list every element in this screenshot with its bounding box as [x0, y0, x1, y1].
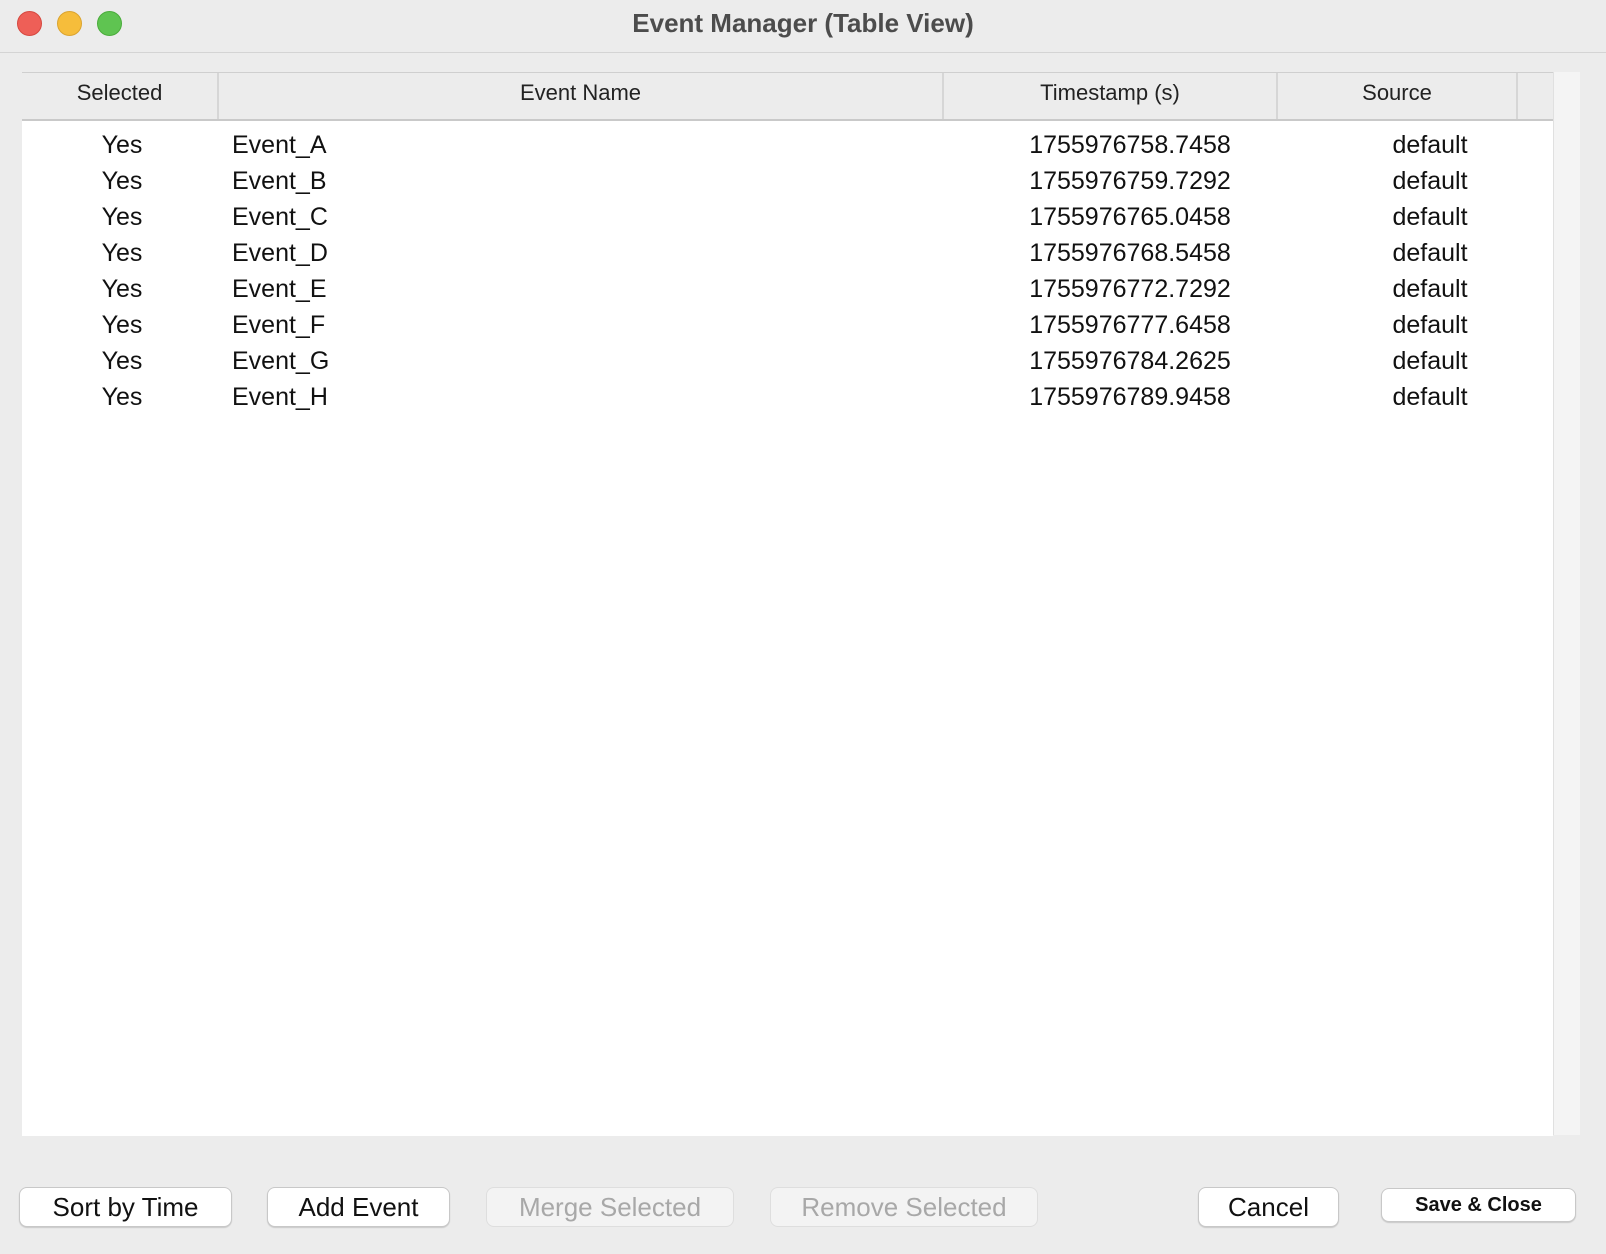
add-event-button[interactable]: Add Event: [267, 1187, 450, 1227]
cell-selected: Yes: [101, 275, 143, 303]
cell-selected: Yes: [101, 239, 143, 267]
cell-event-name: Event_C: [232, 203, 328, 231]
cell-selected: Yes: [101, 203, 143, 231]
cell-event-name: Event_A: [232, 131, 327, 159]
table-row[interactable]: Yes Event_D 1755976768.5458 default: [22, 235, 1553, 271]
cell-timestamp: 1755976777.6458: [1029, 311, 1231, 339]
cell-source: default: [1392, 239, 1468, 267]
cell-timestamp: 1755976784.2625: [1029, 347, 1231, 375]
cell-source: default: [1392, 383, 1468, 411]
cell-selected: Yes: [101, 167, 143, 195]
column-header-event-name[interactable]: Event Name: [217, 73, 942, 119]
cell-timestamp: 1755976759.7292: [1029, 167, 1231, 195]
table-header: Selected Event Name Timestamp (s) Source: [22, 73, 1553, 121]
cell-timestamp: 1755976758.7458: [1029, 131, 1231, 159]
cell-selected: Yes: [101, 311, 143, 339]
cell-event-name: Event_F: [232, 311, 326, 339]
table-row[interactable]: Yes Event_C 1755976765.0458 default: [22, 199, 1553, 235]
table-row[interactable]: Yes Event_H 1755976789.9458 default: [22, 379, 1553, 415]
cancel-button[interactable]: Cancel: [1198, 1187, 1339, 1227]
cell-selected: Yes: [101, 347, 143, 375]
cell-event-name: Event_B: [232, 167, 327, 195]
cell-selected: Yes: [101, 383, 143, 411]
cell-source: default: [1392, 275, 1468, 303]
table-row[interactable]: Yes Event_E 1755976772.7292 default: [22, 271, 1553, 307]
table-row[interactable]: Yes Event_A 1755976758.7458 default: [22, 127, 1553, 163]
cell-timestamp: 1755976789.9458: [1029, 383, 1231, 411]
cell-event-name: Event_G: [232, 347, 330, 375]
save-close-button[interactable]: Save & Close: [1381, 1188, 1576, 1222]
table-row[interactable]: Yes Event_F 1755976777.6458 default: [22, 307, 1553, 343]
cell-event-name: Event_D: [232, 239, 328, 267]
merge-selected-button[interactable]: Merge Selected: [486, 1187, 734, 1227]
column-header-timestamp[interactable]: Timestamp (s): [942, 73, 1276, 119]
cell-source: default: [1392, 347, 1468, 375]
remove-selected-button[interactable]: Remove Selected: [770, 1187, 1038, 1227]
table-row[interactable]: Yes Event_B 1755976759.7292 default: [22, 163, 1553, 199]
window-title: Event Manager (Table View): [632, 8, 974, 38]
column-header-source[interactable]: Source: [1276, 73, 1516, 119]
cell-timestamp: 1755976768.5458: [1029, 239, 1231, 267]
cell-timestamp: 1755976772.7292: [1029, 275, 1231, 303]
cell-timestamp: 1755976765.0458: [1029, 203, 1231, 231]
title-bar[interactable]: Event Manager (Table View): [0, 0, 1606, 53]
column-header-filler: [1516, 73, 1553, 119]
cell-source: default: [1392, 167, 1468, 195]
vertical-scrollbar[interactable]: [1553, 72, 1580, 1135]
event-manager-window: Event Manager (Table View) Selected Even…: [0, 0, 1606, 1254]
sort-by-time-button[interactable]: Sort by Time: [19, 1187, 232, 1227]
cell-event-name: Event_E: [232, 275, 327, 303]
column-header-selected[interactable]: Selected: [22, 73, 217, 119]
cell-event-name: Event_H: [232, 383, 328, 411]
table-row[interactable]: Yes Event_G 1755976784.2625 default: [22, 343, 1553, 379]
cell-selected: Yes: [101, 131, 143, 159]
events-table: Selected Event Name Timestamp (s) Source…: [22, 72, 1553, 1136]
cell-source: default: [1392, 203, 1468, 231]
cell-source: default: [1392, 311, 1468, 339]
cell-source: default: [1392, 131, 1468, 159]
